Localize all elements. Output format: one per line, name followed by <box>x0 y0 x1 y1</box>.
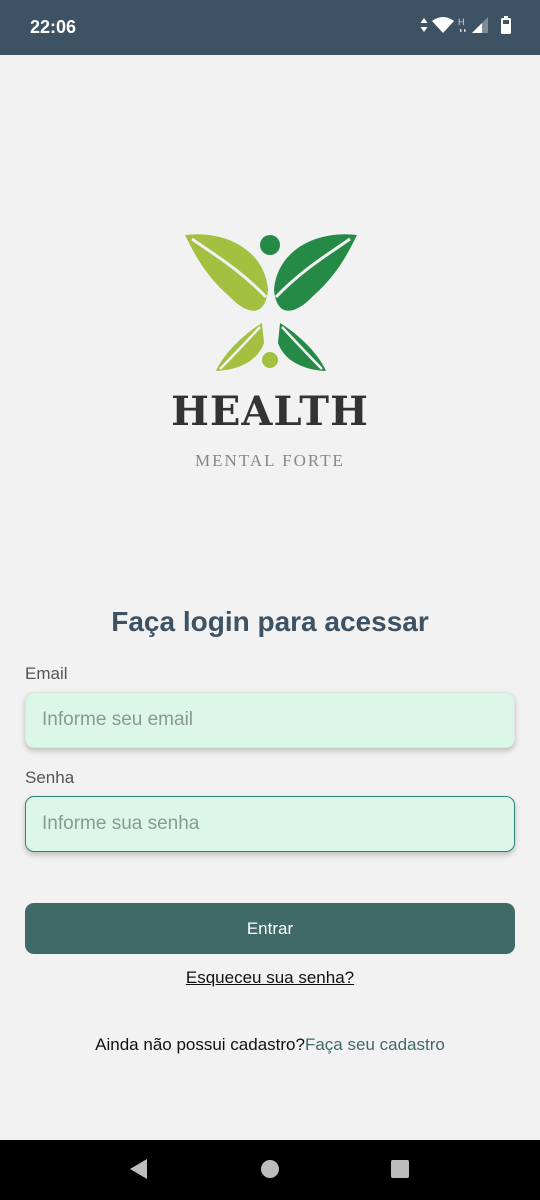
forgot-password-link[interactable]: Esqueceu sua senha? <box>186 968 354 987</box>
status-bar: 22:06 H <box>0 0 540 55</box>
signup-prompt: Ainda não possui cadastro? <box>95 1035 305 1054</box>
status-icons: H <box>420 16 512 34</box>
back-triangle-icon[interactable] <box>128 1158 150 1180</box>
signup-row: Ainda não possui cadastro?Faça seu cadas… <box>0 1035 540 1055</box>
network-h-icon: H <box>458 17 466 32</box>
wifi-icon <box>432 16 454 33</box>
brand-subtitle: MENTAL FORTE <box>195 451 345 470</box>
navigation-bar <box>0 1140 540 1200</box>
data-arrows-icon <box>420 18 428 32</box>
signal-icon <box>472 17 488 33</box>
forgot-password-row: Esqueceu sua senha? <box>0 968 540 988</box>
login-heading: Faça login para acessar <box>111 606 429 637</box>
email-field[interactable] <box>25 692 515 748</box>
password-label: Senha <box>25 768 75 787</box>
home-circle-icon[interactable] <box>259 1158 281 1180</box>
password-field[interactable] <box>25 796 515 852</box>
svg-text:H: H <box>458 17 465 27</box>
status-time: 22:06 <box>30 17 77 37</box>
email-input[interactable] <box>42 709 514 731</box>
recents-square-icon[interactable] <box>389 1158 411 1180</box>
signup-link[interactable]: Faça seu cadastro <box>305 1035 445 1054</box>
butterfly-leaf-logo <box>185 234 357 371</box>
brand-title: HEALTH <box>171 388 369 435</box>
login-button[interactable]: Entrar <box>25 903 515 954</box>
email-label: Email <box>25 664 68 683</box>
password-input[interactable] <box>42 813 514 835</box>
battery-icon <box>501 16 511 34</box>
